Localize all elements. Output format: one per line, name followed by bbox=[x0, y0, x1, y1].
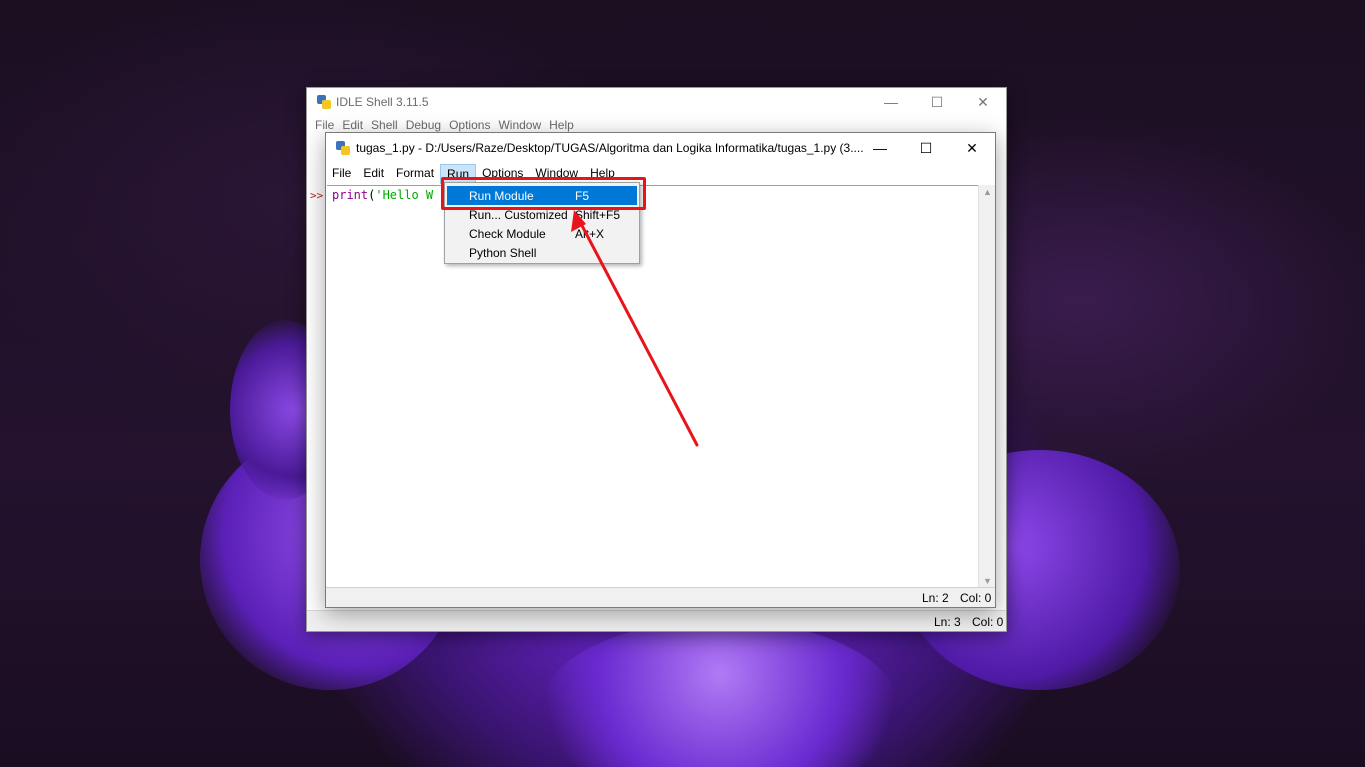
maximize-button[interactable]: ☐ bbox=[903, 133, 949, 163]
annotation-highlight-box bbox=[441, 177, 646, 210]
maximize-icon: ☐ bbox=[930, 93, 944, 110]
code-string: 'Hello W bbox=[375, 188, 434, 202]
editor-titlebar[interactable]: tugas_1.py - D:/Users/Raze/Desktop/TUGAS… bbox=[326, 133, 995, 163]
scroll-down-arrow-icon[interactable]: ▼ bbox=[979, 576, 996, 586]
maximize-icon: ☐ bbox=[919, 139, 933, 156]
code-keyword: print bbox=[332, 188, 369, 202]
close-button[interactable]: ✕ bbox=[949, 133, 995, 163]
editor-window-title: tugas_1.py - D:/Users/Raze/Desktop/TUGAS… bbox=[356, 141, 864, 155]
shell-prompt: >> bbox=[310, 189, 324, 202]
code-line: print('Hello W bbox=[332, 188, 433, 202]
menu-item-label: Run... Customized bbox=[469, 208, 568, 222]
maximize-button[interactable]: ☐ bbox=[914, 88, 960, 116]
close-button[interactable]: ✕ bbox=[960, 88, 1006, 116]
minimize-button[interactable]: — bbox=[868, 88, 914, 116]
menu-item-label: Check Module bbox=[469, 227, 546, 241]
menu-item-shortcut: Shift+F5 bbox=[575, 208, 621, 222]
shell-titlebar[interactable]: IDLE Shell 3.11.5 — ☐ ✕ bbox=[307, 88, 1006, 116]
editor-statusbar: Ln: 2 Col: 0 bbox=[326, 587, 995, 607]
editor-column-number: Col: 0 bbox=[960, 591, 992, 605]
minimize-button[interactable]: — bbox=[857, 133, 903, 163]
vertical-scrollbar[interactable]: ▲ ▼ bbox=[978, 185, 995, 588]
editor-menu-file[interactable]: File bbox=[326, 164, 357, 184]
scroll-up-arrow-icon[interactable]: ▲ bbox=[979, 187, 996, 197]
idle-editor-window: tugas_1.py - D:/Users/Raze/Desktop/TUGAS… bbox=[325, 132, 996, 608]
close-icon: ✕ bbox=[966, 139, 978, 156]
python-idle-icon bbox=[335, 140, 351, 156]
menu-item-label: Python Shell bbox=[469, 246, 537, 260]
shell-column-number: Col: 0 bbox=[972, 615, 1004, 629]
python-idle-icon bbox=[316, 94, 332, 110]
shell-window-title: IDLE Shell 3.11.5 bbox=[336, 95, 429, 109]
minimize-icon: — bbox=[873, 140, 887, 156]
minimize-icon: — bbox=[884, 94, 898, 110]
menu-item-shortcut: Alt+X bbox=[575, 227, 605, 241]
shell-line-number: Ln: 3 bbox=[934, 615, 961, 629]
editor-line-number: Ln: 2 bbox=[922, 591, 949, 605]
shell-statusbar: Ln: 3 Col: 0 bbox=[307, 610, 1006, 631]
editor-menu-edit[interactable]: Edit bbox=[357, 164, 390, 184]
wallpaper-petal bbox=[540, 620, 900, 767]
close-icon: ✕ bbox=[977, 93, 989, 110]
editor-menu-format[interactable]: Format bbox=[390, 164, 440, 184]
menu-item-check-module[interactable]: Check Module Alt+X bbox=[447, 224, 637, 243]
menu-item-python-shell[interactable]: Python Shell bbox=[447, 243, 637, 262]
code-editor-area[interactable]: print('Hello W bbox=[327, 185, 978, 588]
